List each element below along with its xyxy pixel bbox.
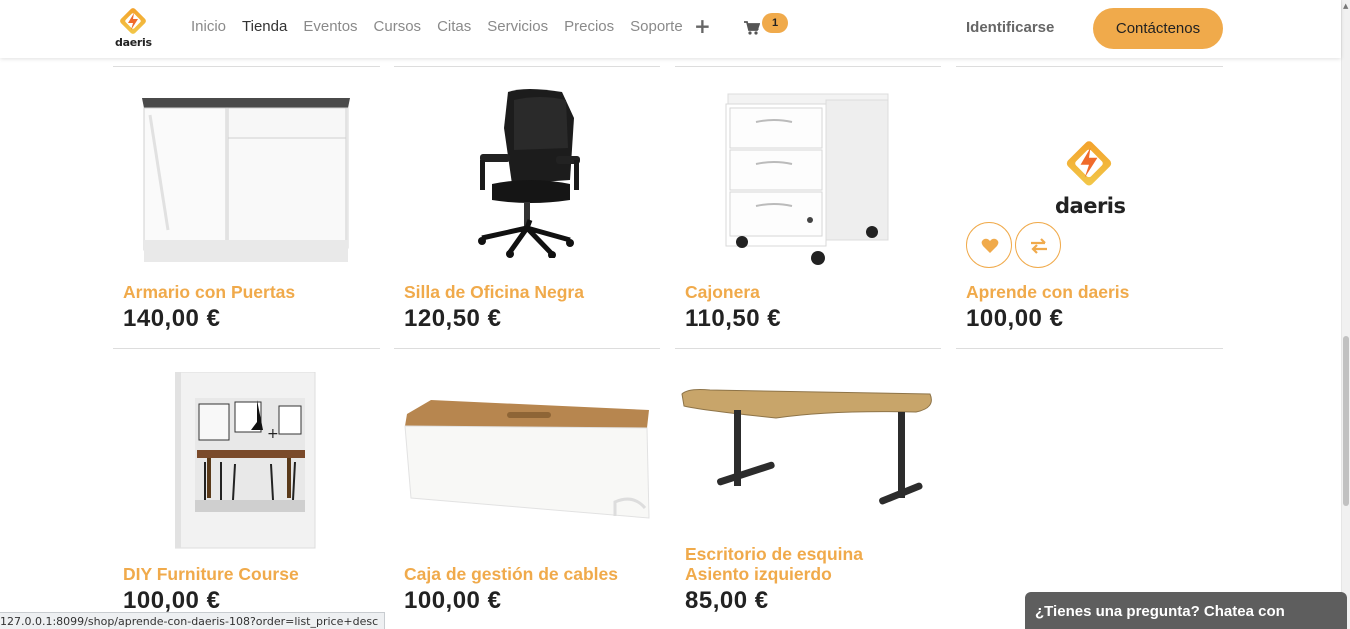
product-name[interactable]: Armario con Puertas — [123, 282, 389, 302]
nav-item-cursos[interactable]: Cursos — [374, 18, 422, 35]
card-divider — [394, 348, 660, 349]
product-card[interactable]: Silla de Oficina Negra 120,50 € — [404, 282, 670, 333]
scrollbar-track[interactable] — [1341, 0, 1350, 629]
status-bar-url: 127.0.0.1:8099/shop/aprende-con-daeris-1… — [0, 612, 386, 629]
cabinet-image[interactable] — [138, 90, 354, 266]
product-card[interactable]: Cajonera 110,50 € — [685, 282, 951, 333]
cart-count-badge: 1 — [762, 13, 788, 33]
svg-text:+: + — [267, 426, 279, 442]
live-chat-button[interactable]: ¿Tienes una pregunta? Chatea con nosotro… — [1025, 592, 1347, 629]
drawer-unit-image[interactable] — [722, 90, 890, 268]
product-price: 85,00 € — [685, 587, 769, 614]
product-price: 120,50 € — [404, 305, 502, 332]
exchange-icon — [1031, 238, 1047, 254]
logo-text: daeris — [115, 36, 152, 49]
product-card[interactable]: Caja de gestión de cables 100,00 € — [404, 564, 670, 615]
nav-item-citas[interactable]: Citas — [437, 18, 471, 35]
product-name[interactable]: DIY Furniture Course — [123, 564, 389, 584]
product-name[interactable]: Aprende con daeris — [966, 282, 1232, 302]
heart-icon — [981, 238, 999, 253]
product-name[interactable]: Caja de gestión de cables — [404, 564, 670, 584]
scroll-up-icon[interactable]: ▲ — [1343, 2, 1348, 10]
card-divider — [956, 66, 1223, 67]
product-card[interactable]: Escritorio de esquina Asiento izquierdo … — [685, 544, 951, 615]
product-card[interactable]: DIY Furniture Course 100,00 € — [123, 564, 389, 615]
product-price: 140,00 € — [123, 305, 221, 332]
product-card[interactable]: Armario con Puertas 140,00 € — [123, 282, 389, 333]
product-name[interactable]: Escritorio de esquina Asiento izquierdo — [685, 544, 951, 584]
card-divider — [956, 348, 1223, 349]
card-divider — [113, 66, 380, 67]
product-card[interactable]: Aprende con daeris 100,00 € — [966, 282, 1232, 333]
signin-link[interactable]: Identificarse — [966, 19, 1054, 36]
card-divider — [394, 66, 660, 67]
nav-item-tienda[interactable]: Tienda — [242, 18, 287, 35]
compare-button[interactable] — [1015, 222, 1061, 268]
office-chair-image[interactable] — [470, 88, 580, 258]
product-price: 110,50 € — [685, 305, 782, 332]
product-name[interactable]: Silla de Oficina Negra — [404, 282, 670, 302]
nav-item-soporte[interactable]: Soporte — [630, 18, 683, 35]
product-price: 100,00 € — [966, 305, 1064, 332]
card-divider — [675, 348, 941, 349]
product-name[interactable]: Cajonera — [685, 282, 951, 302]
main-nav: Inicio Tienda Eventos Cursos Citas Servi… — [191, 18, 699, 35]
card-divider — [113, 348, 380, 349]
add-to-wishlist-button[interactable] — [966, 222, 1012, 268]
nav-item-precios[interactable]: Precios — [564, 18, 614, 35]
contact-button[interactable]: Contáctenos — [1093, 8, 1223, 49]
daeris-logo-text: daeris — [1055, 194, 1126, 218]
nav-item-inicio[interactable]: Inicio — [191, 18, 226, 35]
shopping-cart-icon[interactable] — [744, 20, 760, 36]
corner-desk-image[interactable] — [680, 386, 938, 516]
plus-icon[interactable]: + — [694, 14, 711, 38]
card-divider — [675, 66, 941, 67]
product-price: 100,00 € — [404, 587, 502, 614]
product-price: 100,00 € — [123, 587, 221, 614]
nav-item-eventos[interactable]: Eventos — [303, 18, 357, 35]
scrollbar-thumb[interactable] — [1343, 336, 1349, 506]
daeris-logo-image[interactable] — [1058, 138, 1120, 200]
diy-course-book-image[interactable]: + — [175, 372, 317, 550]
nav-item-servicios[interactable]: Servicios — [487, 18, 548, 35]
cable-box-image[interactable] — [403, 398, 653, 528]
site-header: daeris Inicio Tienda Eventos Cursos Cita… — [0, 0, 1341, 58]
